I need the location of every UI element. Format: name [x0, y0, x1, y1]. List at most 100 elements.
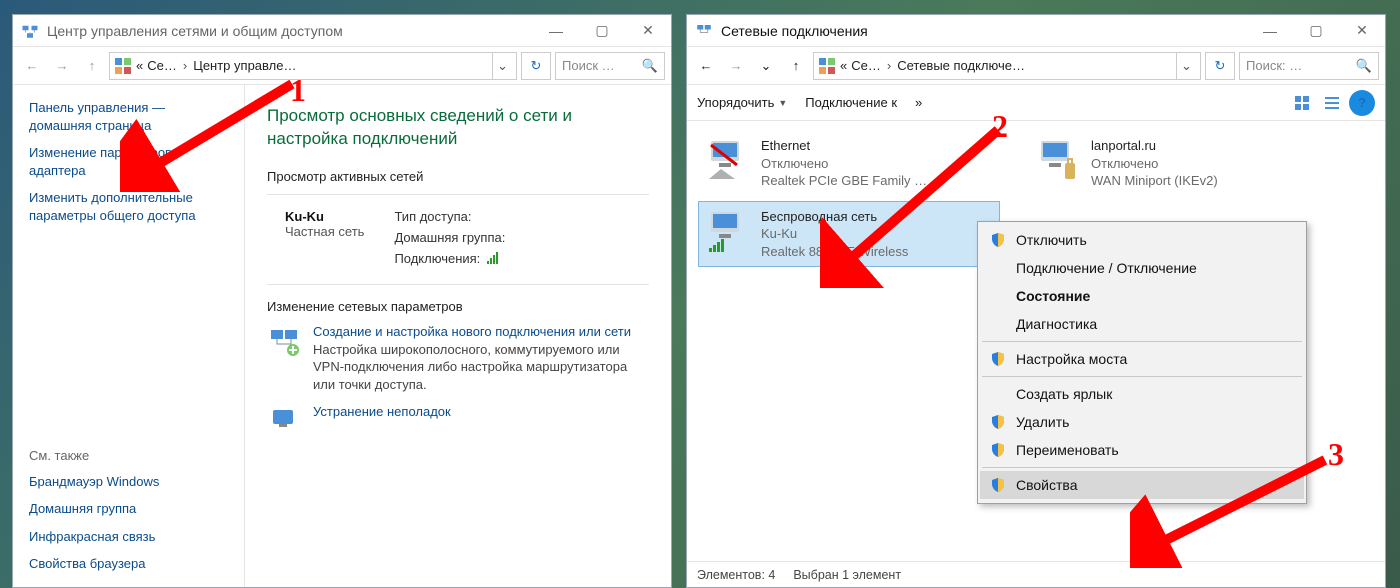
connection-item-ethernet[interactable]: Ethernet Отключено Realtek PCIe GBE Fami… [699, 131, 999, 196]
search-input[interactable]: Поиск … 🔍 [555, 52, 665, 80]
close-button[interactable]: ✕ [1339, 16, 1385, 46]
network-center-icon [21, 22, 39, 40]
control-panel-icon [818, 57, 836, 75]
connection-status: Отключено [761, 155, 927, 173]
status-bar: Элементов: 4 Выбран 1 элемент [687, 561, 1385, 587]
nav-back-icon[interactable]: ← [693, 53, 719, 79]
window-title: Центр управления сетями и общим доступом [47, 23, 533, 39]
connection-item-wireless[interactable]: Беспроводная сеть Ku-Ku Realtek 8821AE W… [699, 202, 999, 267]
connection-device: WAN Miniport (IKEv2) [1091, 172, 1218, 190]
titlebar: Сетевые подключения — ▢ ✕ [687, 15, 1385, 47]
link-firewall[interactable]: Брандмауэр Windows [29, 473, 228, 491]
new-connection-icon [267, 324, 301, 358]
shield-icon [990, 414, 1006, 430]
organize-menu[interactable]: Упорядочить▼ [697, 95, 787, 110]
label-homegroup: Домашняя группа: [394, 230, 505, 245]
breadcrumb[interactable]: « Се… › Центр управле… ⌄ [109, 52, 517, 80]
nav-up-icon[interactable]: ↑ [783, 53, 809, 79]
wifi-signal-icon [486, 251, 500, 265]
refresh-button[interactable]: ↻ [1205, 52, 1235, 80]
link-new-connection[interactable]: Создание и настройка нового подключения … [313, 324, 631, 339]
chevron-right-icon: › [887, 58, 891, 73]
link-change-sharing-settings[interactable]: Изменить дополнительные параметры общего… [29, 189, 228, 224]
connection-status: Ku-Ku [761, 225, 908, 243]
network-type: Частная сеть [285, 224, 364, 239]
network-connections-icon [695, 22, 713, 40]
search-input[interactable]: Поиск: … 🔍 [1239, 52, 1379, 80]
main-pane: Просмотр основных сведений о сети и наст… [245, 85, 671, 587]
status-selected: Выбран 1 элемент [793, 568, 901, 582]
wireless-icon [705, 208, 751, 254]
view-icons-button[interactable] [1289, 90, 1315, 116]
maximize-button[interactable]: ▢ [579, 16, 625, 46]
cm-disable[interactable]: Отключить [980, 226, 1304, 254]
maximize-button[interactable]: ▢ [1293, 16, 1339, 46]
shield-icon [990, 351, 1006, 367]
active-networks-title: Просмотр активных сетей [267, 169, 649, 184]
breadcrumb-dropdown[interactable]: ⌄ [1176, 53, 1196, 79]
cm-create-shortcut[interactable]: Создать ярлык [980, 380, 1304, 408]
network-name: Ku-Ku [285, 209, 364, 224]
change-settings-title: Изменение сетевых параметров [267, 299, 649, 314]
vpn-icon [1035, 137, 1081, 183]
refresh-button[interactable]: ↻ [521, 52, 551, 80]
breadcrumb-current[interactable]: Сетевые подключе… [897, 58, 1025, 73]
link-change-adapter-settings[interactable]: Изменение параметров адаптера [29, 144, 228, 179]
nav-back-icon[interactable]: ← [19, 53, 45, 79]
breadcrumb-root[interactable]: Се… [147, 58, 177, 73]
cm-delete[interactable]: Удалить [980, 408, 1304, 436]
connection-name: Ethernet [761, 137, 927, 155]
connection-name: lanportal.ru [1091, 137, 1218, 155]
shield-icon [990, 232, 1006, 248]
minimize-button[interactable]: — [533, 16, 579, 46]
shield-icon [990, 477, 1006, 493]
cm-status[interactable]: Состояние [980, 282, 1304, 310]
overflow-menu[interactable]: » [915, 95, 922, 110]
link-browser-props[interactable]: Свойства браузера [29, 555, 228, 573]
connections-area[interactable]: Ethernet Отключено Realtek PCIe GBE Fami… [687, 121, 1385, 561]
label-access-type: Тип доступа: [394, 209, 471, 224]
link-control-panel-home[interactable]: Панель управления — домашняя страница [29, 99, 228, 134]
breadcrumb-root[interactable]: Се… [851, 58, 881, 73]
window-title: Сетевые подключения [721, 23, 1247, 39]
titlebar: Центр управления сетями и общим доступом… [13, 15, 671, 47]
breadcrumb-current[interactable]: Центр управле… [193, 58, 296, 73]
view-details-button[interactable] [1319, 90, 1345, 116]
nav-bar: ← → ↑ « Се… › Центр управле… ⌄ ↻ Поиск …… [13, 47, 671, 85]
shield-icon [990, 442, 1006, 458]
link-troubleshoot[interactable]: Устранение неполадок [313, 404, 451, 419]
nav-forward-icon[interactable]: → [723, 53, 749, 79]
label-connections: Подключения: [394, 251, 480, 266]
cm-bridge[interactable]: Настройка моста [980, 345, 1304, 373]
cm-diagnostics[interactable]: Диагностика [980, 310, 1304, 338]
close-button[interactable]: ✕ [625, 16, 671, 46]
search-icon: 🔍 [642, 58, 658, 74]
window-network-center: Центр управления сетями и общим доступом… [12, 14, 672, 588]
status-count: Элементов: 4 [697, 568, 775, 582]
command-bar: Упорядочить▼ Подключение к » ? [687, 85, 1385, 121]
nav-recent-icon[interactable]: ⌄ [753, 53, 779, 79]
help-button[interactable]: ? [1349, 90, 1375, 116]
context-menu: Отключить Подключение / Отключение Состо… [977, 221, 1307, 504]
chevron-down-icon: ▼ [778, 98, 787, 108]
cm-connect-disconnect[interactable]: Подключение / Отключение [980, 254, 1304, 282]
control-panel-icon [114, 57, 132, 75]
cm-rename[interactable]: Переименовать [980, 436, 1304, 464]
minimize-button[interactable]: — [1247, 16, 1293, 46]
link-homegroup[interactable]: Домашняя группа [29, 500, 228, 518]
side-pane: Панель управления — домашняя страница Из… [13, 85, 245, 587]
separator [982, 376, 1302, 377]
cm-properties[interactable]: Свойства [980, 471, 1304, 499]
connect-to-menu[interactable]: Подключение к [805, 95, 897, 110]
connection-device: Realtek 8821AE Wireless [761, 243, 908, 261]
connection-name: Беспроводная сеть [761, 208, 908, 226]
link-infrared[interactable]: Инфракрасная связь [29, 528, 228, 546]
nav-forward-icon[interactable]: → [49, 53, 75, 79]
nav-up-icon[interactable]: ↑ [79, 53, 105, 79]
connection-item-vpn[interactable]: lanportal.ru Отключено WAN Miniport (IKE… [1029, 131, 1329, 196]
nav-bar: ← → ⌄ ↑ « Се… › Сетевые подключе… ⌄ ↻ По… [687, 47, 1385, 85]
breadcrumb[interactable]: « Се… › Сетевые подключе… ⌄ [813, 52, 1201, 80]
desc-new-connection: Настройка широкополосного, коммутируемог… [313, 341, 649, 394]
page-heading: Просмотр основных сведений о сети и наст… [267, 105, 649, 151]
breadcrumb-dropdown[interactable]: ⌄ [492, 53, 512, 79]
